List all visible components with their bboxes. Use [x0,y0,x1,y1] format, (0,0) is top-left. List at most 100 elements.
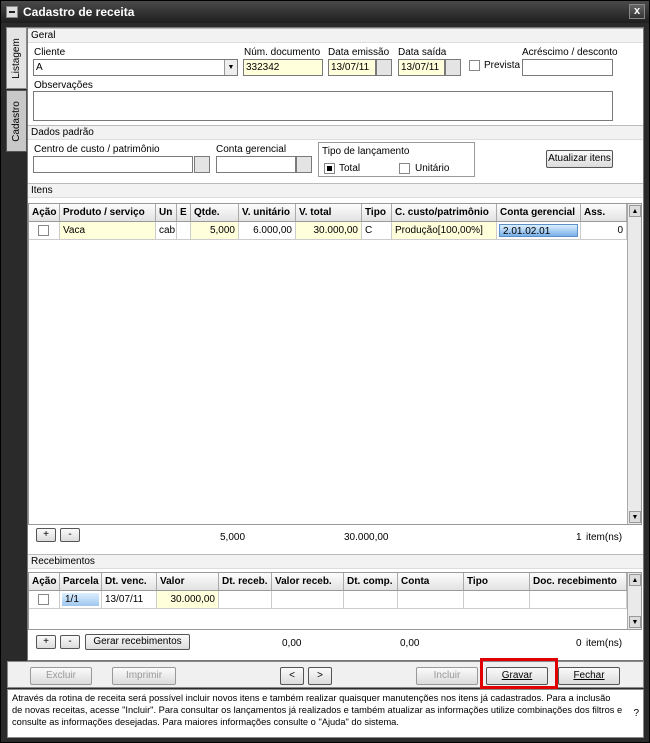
prevista-checkbox[interactable] [469,60,480,71]
help-text: Através da rotina de receita será possív… [12,693,623,727]
cliente-label: Cliente [34,47,66,58]
col-un[interactable]: Un [156,204,177,222]
help-icon[interactable]: ? [633,708,639,720]
cell-parcela[interactable]: 1/1 [60,591,102,609]
cell-e[interactable] [177,222,191,240]
scroll-down-icon[interactable]: ▼ [629,511,641,523]
atualizar-itens-button[interactable]: Atualizar itens [546,150,613,168]
help-panel: Através da rotina de receita será possív… [7,689,644,738]
cell-v-unitario[interactable]: 6.000,00 [239,222,296,240]
recebimentos-count: 0 [576,638,582,649]
chevron-down-icon[interactable]: ▼ [224,60,237,75]
remove-item-button[interactable]: - [60,528,80,542]
conta-gerencial-input[interactable] [216,156,296,173]
cell-dt-comp[interactable] [344,591,398,609]
gerar-recebimentos-button[interactable]: Gerar recebimentos [85,634,190,650]
col-acao[interactable]: Ação [29,573,60,591]
scroll-up-icon[interactable]: ▲ [629,205,641,217]
data-emissao-input[interactable]: 13/07/11 [328,59,376,76]
cell-valor[interactable]: 30.000,00 [157,591,219,609]
tab-cadastro[interactable]: Cadastro [6,90,27,152]
unitario-checkbox[interactable] [399,163,410,174]
window-title: Cadastro de receita [23,5,135,19]
observacoes-input[interactable] [33,91,613,121]
col-produto[interactable]: Produto / serviço [60,204,156,222]
col-doc-recebimento[interactable]: Doc. recebimento [530,573,627,591]
add-item-button[interactable]: + [36,528,56,542]
unitario-label: Unitário [415,163,450,174]
itens-grid: Ação Produto / serviço Un E Qtde. V. uni… [28,203,642,525]
scroll-down-icon[interactable]: ▼ [629,616,641,628]
tipo-lancamento-label: Tipo de lançamento [322,146,410,157]
col-dt-venc[interactable]: Dt. venc. [102,573,157,591]
conta-gerencial-search-button[interactable] [296,156,312,173]
imprimir-button[interactable]: Imprimir [112,667,176,685]
cell-qtde[interactable]: 5,000 [191,222,239,240]
acrescimo-input[interactable] [522,59,613,76]
cell-valor-receb[interactable] [272,591,344,609]
centro-custo-label: Centro de custo / patrimônio [34,144,160,155]
cell-un[interactable]: cab [156,222,177,240]
col-v-unitario[interactable]: V. unitário [239,204,296,222]
centro-custo-input[interactable] [33,156,193,173]
col-dt-receb[interactable]: Dt. receb. [219,573,272,591]
row-checkbox[interactable] [38,594,49,605]
itens-sum-total: 30.000,00 [344,532,389,543]
col-valor-receb[interactable]: Valor receb. [272,573,344,591]
centro-custo-search-button[interactable] [194,156,210,173]
col-tipo[interactable]: Tipo [464,573,530,591]
cell-dt-venc[interactable]: 13/07/11 [102,591,157,609]
close-window-button[interactable]: x [629,4,645,19]
row-checkbox[interactable] [38,225,49,236]
total-checkbox[interactable] [324,163,335,174]
col-tipo[interactable]: Tipo [362,204,392,222]
excluir-button[interactable]: Excluir [30,667,92,685]
title-bar: Cadastro de receita x [1,1,649,23]
col-acao[interactable]: Ação [29,204,60,222]
tab-listagem[interactable]: Listagem [6,27,27,89]
data-emissao-calendar-button[interactable] [376,59,392,76]
cell-conta[interactable] [398,591,464,609]
fechar-button[interactable]: Fechar [558,667,620,685]
add-recebimento-button[interactable]: + [36,635,56,649]
col-v-total[interactable]: V. total [296,204,362,222]
tipo-lancamento-group: Tipo de lançamento Total Unitário [318,142,475,177]
cell-dt-receb[interactable] [219,591,272,609]
col-dt-comp[interactable]: Dt. comp. [344,573,398,591]
cell-c-custo[interactable]: Produção[100,00%] [392,222,497,240]
cell-produto[interactable]: Vaca [60,222,156,240]
previous-record-button[interactable]: < [280,667,304,685]
cliente-select[interactable]: A ▼ [33,59,238,76]
col-ass[interactable]: Ass. [581,204,627,222]
cell-tipo[interactable]: C [362,222,392,240]
window: Cadastro de receita x Listagem Cadastro … [0,0,650,743]
next-record-button[interactable]: > [308,667,332,685]
col-c-custo[interactable]: C. custo/patrimônio [392,204,497,222]
col-qtde[interactable]: Qtde. [191,204,239,222]
cell-v-total[interactable]: 30.000,00 [296,222,362,240]
recebimentos-scrollbar[interactable]: ▲ ▼ [627,573,641,629]
scroll-up-icon[interactable]: ▲ [629,574,641,586]
section-recebimentos-title: Recebimentos [28,554,643,569]
section-itens-title: Itens [28,183,643,198]
incluir-button[interactable]: Incluir [416,667,478,685]
data-saida-input[interactable]: 13/07/11 [398,59,445,76]
window-menu-icon[interactable] [6,6,18,18]
cell-ass[interactable]: 0 [581,222,627,240]
highlight-box [480,658,558,689]
remove-recebimento-button[interactable]: - [60,635,80,649]
cell-tipo[interactable] [464,591,530,609]
vertical-tabs: Listagem Cadastro [6,27,28,667]
col-e[interactable]: E [177,204,191,222]
itens-scrollbar[interactable]: ▲ ▼ [627,204,641,524]
col-valor[interactable]: Valor [157,573,219,591]
num-doc-input[interactable]: 332342 [243,59,323,76]
col-parcela[interactable]: Parcela [60,573,102,591]
col-conta-gerencial[interactable]: Conta gerencial [497,204,581,222]
itens-count: 1 [576,532,582,543]
recebimentos-sum-1: 0,00 [282,638,302,649]
data-saida-calendar-button[interactable] [445,59,461,76]
cell-doc-recebimento[interactable] [530,591,627,609]
col-conta[interactable]: Conta [398,573,464,591]
cell-conta-gerencial[interactable]: 2.01.02.01 [497,222,581,240]
